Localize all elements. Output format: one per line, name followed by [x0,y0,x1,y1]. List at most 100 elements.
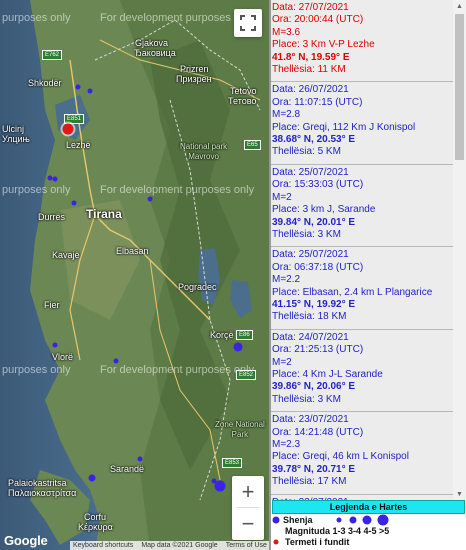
quake-magnitude: M=2.8 [272,109,301,121]
quake-entry[interactable]: Data: 25/07/2021 Ora: 15:33:03 (UTC) M=2 Pl… [271,165,453,248]
quake-marker[interactable] [113,358,119,364]
place-lezhe: Lezhë [66,140,91,150]
legend-latest-label: Termeti i fundit [285,537,350,547]
road-badge: E65 [244,140,261,150]
earthquake-map[interactable]: purposes only For development purposes o… [0,0,269,550]
quake-depth: Thellësia: 3 KM [272,228,341,240]
earthquake-list[interactable]: Data: 27/07/2021 Ora: 20:00:44 (UTC) M=3.6… [271,0,453,500]
quake-marker[interactable] [87,88,93,94]
quake-date: Data: 23/07/2021 [272,414,349,426]
quake-coords: 41.8° N, 19.59° E [272,51,350,63]
place-pogradec: Pogradec [178,282,217,292]
place-kavaje: Kavajë [52,250,80,260]
quake-magnitude: M=2.2 [272,274,301,286]
legend-shenja-label: Shenja [283,515,313,525]
keyboard-shortcuts-link[interactable]: Keyboard shortcuts [73,541,133,550]
quake-coords: 39.78° N, 20.71° E [272,463,356,475]
place-tetovo-cyr: Тетово [228,96,257,106]
quake-place: Place: Greqi, 46 km L Konispol [272,451,409,463]
quake-marker-latest[interactable] [62,123,74,135]
quake-entry[interactable]: Data: 27/07/2021 Ora: 20:00:44 (UTC) M=3.6… [271,0,453,83]
place-sarande: Sarandë [110,464,145,474]
zoom-control: + − [232,476,264,540]
place-tetovo: Tetovo [230,86,257,96]
quake-coords: 39.84° N, 20.01° E [272,216,356,228]
place-paleokastritsa-gr: Παλαιοκαστρίτσα [8,488,77,498]
place-gjakova-cyr: Ђаковица [134,48,176,58]
quake-marker[interactable] [88,474,96,482]
quake-place: Place: Elbasan, 2.4 km L Plangarice [272,286,433,298]
quake-marker[interactable] [71,200,77,206]
quake-time: Ora: 15:33:03 (UTC) [272,179,364,191]
legend-latest-row: Termeti i fundit [271,536,466,547]
zoom-out-button[interactable]: − [232,508,264,539]
legend-mag-dot-2 [349,516,357,524]
quake-time: Ora: 20:00:44 (UTC) [272,14,364,26]
quake-date: Data: 25/07/2021 [272,166,349,178]
quake-entry[interactable]: Data: 25/07/2021 Ora: 06:37:18 (UTC) M=2.2… [271,247,453,330]
quake-marker[interactable] [214,480,226,492]
legend-marker-dot [272,516,280,524]
place-korce: Korçë [210,330,234,340]
quake-marker[interactable] [233,342,243,352]
place-tirana: Tirana [86,207,122,221]
quake-depth: Thellësia: 3 KM [272,393,341,405]
zoom-in-button[interactable]: + [232,476,264,507]
quake-place: Place: 4 Km J-L Sarande [272,368,383,380]
map-legend: Legjenda e Hartes Shenja Magnituda 1-3 3… [271,500,466,550]
place-national-park: Zone National Park [215,420,265,439]
quake-coords: 41.15° N, 19.92° E [272,298,356,310]
quake-entry[interactable]: Data: 23/07/2021 Ora: 14:21:48 (UTC) M=2.3… [271,412,453,495]
quake-magnitude: M=2 [272,356,292,368]
quake-time: Ora: 11:07:15 (UTC) [272,96,363,108]
place-corfu-gr: Κέρκυρα [78,522,113,532]
quake-time: Ora: 14:21:48 (UTC) [272,426,364,438]
place-shkoder: Shkodër [28,78,62,88]
legend-shenja-row: Shenja [271,514,466,526]
scroll-down-arrow[interactable]: ▼ [453,488,466,500]
legend-mag-dot-1 [336,517,342,523]
quake-date: Data: 25/07/2021 [272,249,349,261]
quake-date: Data: 26/07/2021 [272,84,349,96]
quake-entry[interactable]: Data: 26/07/2021 Ora: 11:07:15 (UTC) M=2.8… [271,82,453,165]
legend-mag-dot-3 [362,515,372,525]
quake-depth: Thellësia: 5 KM [272,146,341,158]
scroll-up-arrow[interactable]: ▲ [453,0,466,12]
fullscreen-icon [240,15,256,31]
quake-place: Place: 3 km J, Sarande [272,204,376,216]
legend-magnitude-row: Magnituda 1-3 3-4 4-5 >5 [271,525,466,536]
quake-marker[interactable] [147,196,153,202]
google-logo[interactable]: Google [4,533,48,548]
place-prizren: Prizren [180,64,209,74]
legend-magnitude-label: Magnituda 1-3 3-4 4-5 >5 [285,526,390,536]
place-park-mavrovo: National park Mavrovo [180,142,228,161]
road-badge: E851 [64,114,85,124]
quake-marker[interactable] [52,342,58,348]
terms-link[interactable]: Terms of Use [226,541,267,550]
quake-magnitude: M=3.6 [272,26,301,38]
quake-marker[interactable] [52,176,58,182]
quake-entry[interactable]: Data: 24/07/2021 Ora: 21:25:13 (UTC) M=2 Pl… [271,330,453,413]
quake-marker[interactable] [137,456,143,462]
place-elbasan: Elbasan [116,246,149,256]
legend-title: Legjenda e Hartes [272,500,465,514]
quake-magnitude: M=2.3 [272,439,301,450]
road-badge: E86 [236,330,253,340]
fullscreen-button[interactable] [234,9,262,37]
road-badge: E853 [222,458,243,468]
place-durres: Durrës [38,212,66,222]
place-gjakova: Gjakova [135,38,169,48]
quake-coords: 38.68° N, 20.53° E [272,134,356,146]
road-badge: E852 [236,370,257,380]
quake-coords: 39.86° N, 20.06° E [272,381,356,393]
place-corfu: Corfu [84,512,107,522]
quake-place: Place: 3 Km V-P Lezhe [272,39,375,51]
place-ulcinj: Ulcinj [2,124,25,134]
quake-magnitude: M=2 [272,191,292,203]
quake-marker[interactable] [75,84,81,90]
scroll-thumb[interactable] [455,14,464,160]
list-scrollbar[interactable]: ▲ ▼ [453,0,466,500]
road-badge: E762 [42,50,63,60]
quake-date: Data: 27/07/2021 [272,2,349,13]
map-attribution: Keyboard shortcuts Map data ©2021 Google… [70,541,269,550]
